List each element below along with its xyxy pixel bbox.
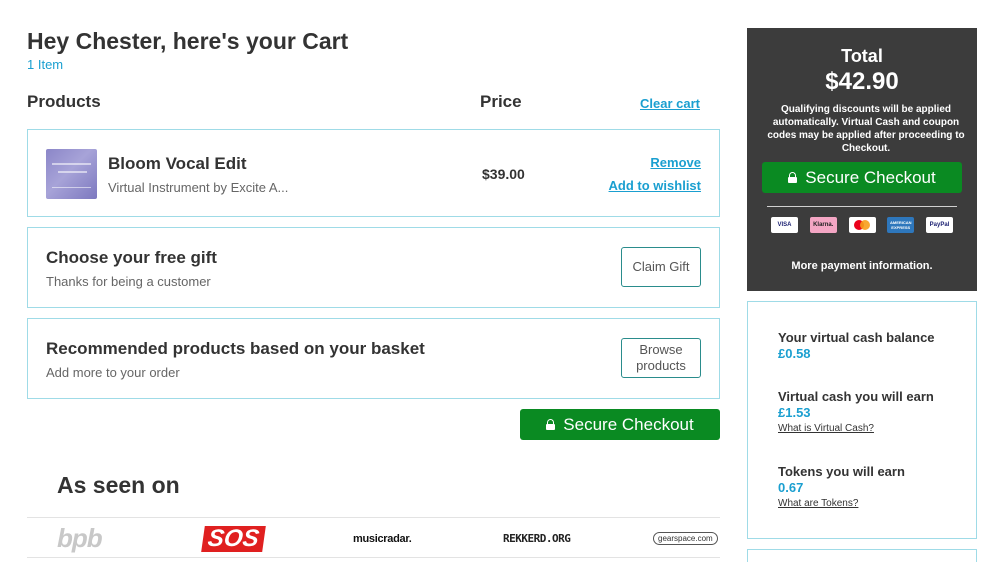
browse-products-button[interactable]: Browse products — [621, 338, 701, 378]
cart-item-row: Bloom Vocal Edit Virtual Instrument by E… — [27, 129, 720, 217]
bpb-logo: bpb — [57, 523, 103, 553]
free-gift-box: Choose your free gift Thanks for being a… — [27, 227, 720, 308]
secure-checkout-button[interactable]: Secure Checkout — [520, 409, 720, 440]
rekkerd-logo: REKKERD.ORG — [503, 532, 571, 545]
visa-icon: VISA — [771, 217, 798, 233]
column-header-price: Price — [480, 92, 522, 111]
virtual-cash-balance-label: Your virtual cash balance — [778, 330, 935, 345]
discount-note: Qualifying discounts will be applied aut… — [767, 104, 965, 154]
tokens-earn-value: 0.67 — [778, 480, 804, 495]
lock-icon — [546, 419, 556, 430]
recommended-heading: Recommended products based on your baske… — [46, 339, 425, 358]
recommended-subtitle: Add more to your order — [46, 365, 180, 380]
sos-logo-text: SOS — [201, 525, 266, 552]
gearspace-logo: gearspace.com — [653, 518, 718, 559]
gearspace-logo-text: gearspace.com — [653, 532, 718, 545]
item-count: 1 Item — [27, 57, 64, 72]
order-summary-panel: Total $42.90 Qualifying discounts will b… — [747, 28, 977, 291]
amex-icon: AMERICAN EXPRESS — [887, 217, 915, 233]
recommended-products-box: Recommended products based on your baske… — [27, 318, 720, 399]
klarna-icon: Klarna. — [809, 217, 837, 233]
press-logo-strip: bpb SOS musicradar. REKKERD.ORG gearspac… — [27, 517, 720, 558]
remove-link[interactable]: Remove — [650, 155, 701, 170]
virtual-cash-earn-value: £1.53 — [778, 405, 811, 420]
cart-title: Hey Chester, here's your Cart — [27, 28, 349, 54]
what-are-tokens-link[interactable]: What are Tokens? — [778, 498, 858, 509]
thumbnail-art-stroke — [58, 171, 87, 173]
product-subtitle: Virtual Instrument by Excite A... — [108, 180, 289, 195]
musicradar-logo: musicradar. — [353, 532, 412, 545]
column-header-products: Products — [27, 92, 101, 111]
add-to-wishlist-link[interactable]: Add to wishlist — [609, 178, 701, 193]
summary-secure-checkout-label: Secure Checkout — [805, 167, 936, 187]
claim-gift-button[interactable]: Claim Gift — [621, 247, 701, 287]
tokens-earn-label: Tokens you will earn — [778, 464, 905, 479]
next-sidebar-panel — [747, 549, 977, 562]
thumbnail-art-stroke — [52, 187, 91, 188]
sos-logo: SOS — [201, 518, 266, 559]
total-label: Total — [841, 46, 883, 66]
virtual-cash-earn-label: Virtual cash you will earn — [778, 389, 934, 404]
summary-secure-checkout-button[interactable]: Secure Checkout — [762, 162, 962, 193]
product-name[interactable]: Bloom Vocal Edit — [108, 154, 247, 174]
free-gift-heading: Choose your free gift — [46, 248, 217, 267]
payment-methods: VISA Klarna. AMERICAN EXPRESS PayPal — [771, 217, 953, 233]
lock-icon — [788, 172, 798, 183]
product-thumbnail[interactable] — [46, 149, 97, 199]
total-amount: $42.90 — [825, 68, 899, 95]
mastercard-icon — [848, 217, 876, 233]
virtual-cash-balance-value: £0.58 — [778, 346, 811, 361]
product-price: $39.00 — [482, 166, 525, 182]
more-payment-info-link[interactable]: More payment information. — [747, 260, 977, 272]
what-is-virtual-cash-link[interactable]: What is Virtual Cash? — [778, 423, 874, 434]
virtual-cash-panel: Your virtual cash balance £0.58 Virtual … — [747, 301, 977, 539]
paypal-icon: PayPal — [926, 217, 953, 233]
amex-text: AMERICAN EXPRESS — [889, 220, 912, 230]
as-seen-on-heading: As seen on — [57, 472, 180, 498]
thumbnail-art-stroke — [52, 163, 91, 165]
secure-checkout-label: Secure Checkout — [563, 414, 694, 434]
free-gift-subtitle: Thanks for being a customer — [46, 274, 211, 289]
mastercard-circles — [854, 220, 870, 230]
summary-divider — [767, 206, 957, 207]
clear-cart-link[interactable]: Clear cart — [640, 96, 700, 111]
